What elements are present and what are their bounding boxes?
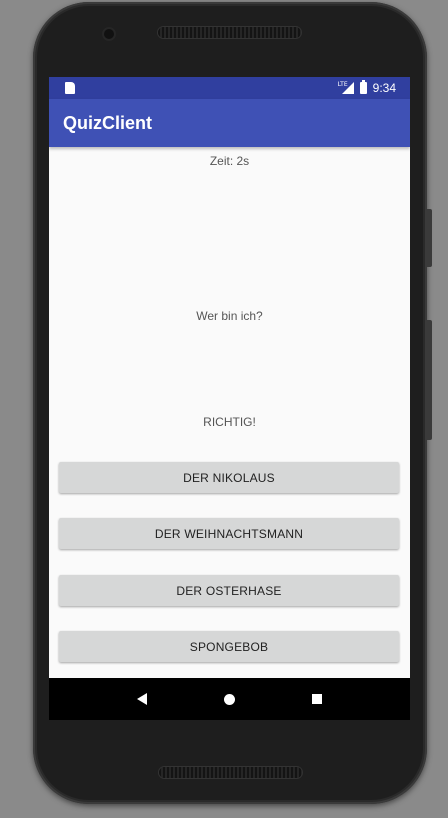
device-screen: LTE 9:34 QuizClient Zeit: 2s Wer bin ich… — [49, 77, 410, 720]
front-camera — [104, 29, 114, 39]
app-bar: QuizClient — [49, 99, 410, 147]
status-icons: LTE 9:34 — [338, 77, 396, 99]
bottom-speaker — [159, 767, 302, 778]
timer-text: Zeit: 2s — [209, 154, 250, 168]
top-speaker — [158, 27, 301, 38]
navigation-bar — [49, 678, 410, 720]
status-bar: LTE 9:34 — [49, 77, 410, 99]
answer-button-4[interactable]: SPONGEBOB — [59, 631, 399, 662]
power-button — [427, 320, 432, 440]
status-time: 9:34 — [372, 81, 396, 95]
answer-button-2[interactable]: DER WEIHNACHTSMANN — [59, 518, 399, 549]
recents-icon[interactable] — [311, 694, 322, 704]
answer-button-3[interactable]: DER OSTERHASE — [59, 575, 399, 606]
home-icon[interactable] — [223, 693, 235, 705]
app-title: QuizClient — [63, 112, 152, 133]
battery-icon — [359, 80, 367, 94]
back-icon[interactable] — [137, 693, 148, 705]
signal-icon: LTE — [338, 81, 354, 94]
sd-card-icon — [65, 82, 75, 94]
answer-button-1[interactable]: DER NIKOLAUS — [59, 462, 399, 493]
question-text: Wer bin ich? — [196, 309, 263, 323]
volume-button — [427, 209, 432, 267]
quiz-content: Zeit: 2s Wer bin ich? RICHTIG! DER NIKOL… — [49, 147, 410, 678]
feedback-text: RICHTIG! — [203, 415, 256, 429]
